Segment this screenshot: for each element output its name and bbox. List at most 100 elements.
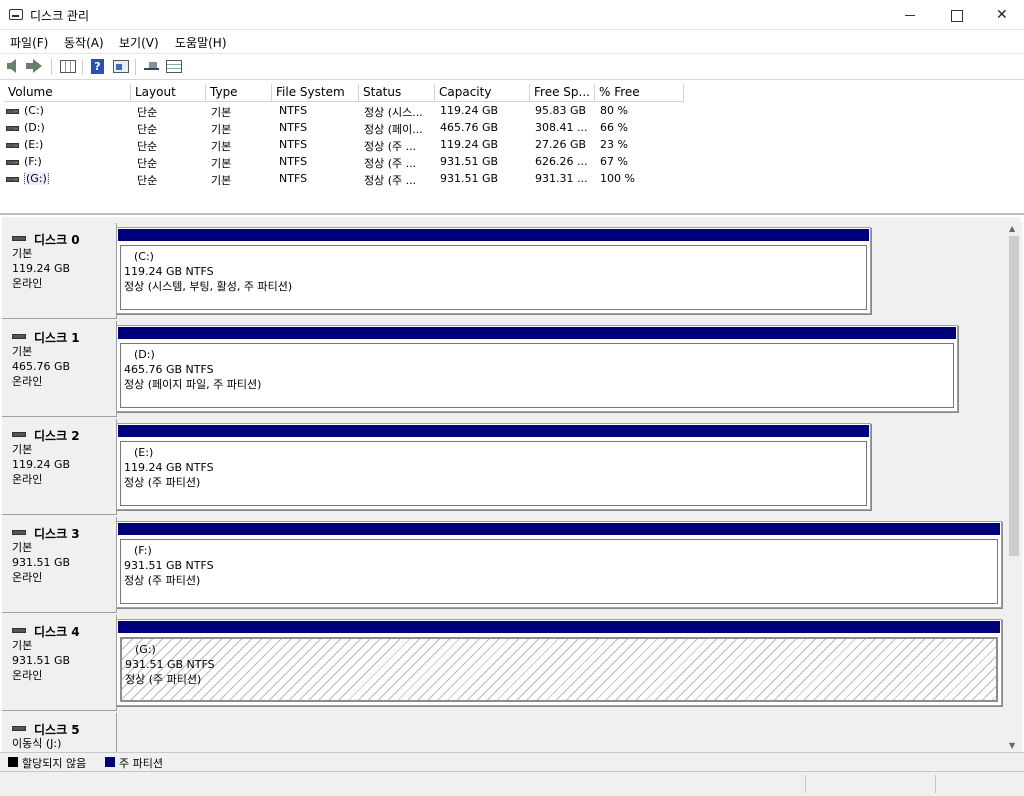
menu-bar: 파일(F) 동작(A) 보기(V) 도움말(H) bbox=[0, 30, 1024, 53]
volume-free: 308.41 ... bbox=[535, 121, 588, 134]
volume-pct-free: 23 % bbox=[600, 138, 628, 151]
legend-primary: 주 파티션 bbox=[119, 757, 163, 770]
partition-block-selected[interactable]: (G:) 931.51 GB NTFS 정상 (주 파티션) bbox=[116, 619, 1002, 706]
disk-size: 465.76 GB bbox=[12, 360, 71, 373]
volume-name: (D:) bbox=[24, 121, 45, 134]
disk-management-app-icon bbox=[9, 9, 23, 20]
column-volume[interactable]: Volume bbox=[4, 84, 131, 102]
close-button[interactable]: ✕ bbox=[979, 0, 1024, 30]
volume-row[interactable]: (D:) 단순 기본 NTFS 정상 (페이... 465.76 GB 308.… bbox=[4, 120, 704, 137]
disk-icon bbox=[12, 530, 26, 535]
partition-size: 119.24 GB NTFS bbox=[124, 265, 214, 278]
volume-row[interactable]: (F:) 단순 기본 NTFS 정상 (주 ... 931.51 GB 626.… bbox=[4, 154, 704, 171]
maximize-button[interactable] bbox=[933, 0, 979, 30]
partition-block[interactable]: (E:) 119.24 GB NTFS 정상 (주 파티션) bbox=[116, 423, 871, 510]
menu-view[interactable]: 보기(V) bbox=[119, 34, 159, 51]
disk-label[interactable]: 디스크 3 기본 931.51 GB 온라인 bbox=[2, 517, 117, 613]
partition-size: 465.76 GB NTFS bbox=[124, 363, 214, 376]
legend-bar: 할당되지 않음 주 파티션 bbox=[0, 752, 1024, 772]
volume-type: 기본 bbox=[211, 106, 232, 119]
list-view-button[interactable] bbox=[165, 58, 183, 75]
partition-body: (C:) 119.24 GB NTFS 정상 (시스템, 부팅, 활성, 주 파… bbox=[120, 245, 867, 310]
partition-status: 정상 (주 파티션) bbox=[125, 673, 202, 686]
back-button[interactable] bbox=[5, 58, 23, 75]
volume-row[interactable]: (G:) 단순 기본 NTFS 정상 (주 ... 931.51 GB 931.… bbox=[4, 171, 704, 188]
volume-row[interactable]: (E:) 단순 기본 NTFS 정상 (주 ... 119.24 GB 27.2… bbox=[4, 137, 704, 154]
status-separator bbox=[935, 775, 936, 793]
scroll-thumb[interactable] bbox=[1009, 236, 1019, 556]
menu-file[interactable]: 파일(F) bbox=[10, 34, 48, 51]
disk-row: 디스크 1 기본 465.76 GB 온라인 (D:) 465.76 GB NT… bbox=[2, 321, 1004, 418]
disk-name: 디스크 5 bbox=[34, 723, 80, 737]
connect-icon bbox=[144, 62, 159, 70]
volume-capacity: 465.76 GB bbox=[440, 121, 499, 134]
title-bar: 디스크 관리 ✕ bbox=[0, 0, 1024, 30]
disk-state: 온라인 bbox=[12, 375, 43, 388]
console-tree-button[interactable] bbox=[59, 58, 77, 75]
column-status[interactable]: Status bbox=[359, 84, 435, 102]
minimize-button[interactable] bbox=[887, 0, 933, 30]
volume-row[interactable]: (C:) 단순 기본 NTFS 정상 (시스... 119.24 GB 95.8… bbox=[4, 103, 704, 120]
properties-icon bbox=[113, 60, 129, 73]
column-percent-free[interactable]: % Free bbox=[595, 84, 684, 102]
column-file-system[interactable]: File System bbox=[272, 84, 359, 102]
partition-name: (D:) bbox=[134, 348, 155, 361]
volume-free: 931.31 ... bbox=[535, 172, 588, 185]
disk-label[interactable]: 디스크 0 기본 119.24 GB 온라인 bbox=[2, 223, 117, 319]
disk-type: 기본 bbox=[12, 639, 33, 652]
volume-list: Volume Layout Type File System Status Ca… bbox=[0, 82, 1024, 215]
menu-action[interactable]: 동작(A) bbox=[64, 34, 104, 51]
volume-layout: 단순 bbox=[137, 140, 158, 153]
volume-icon bbox=[6, 126, 19, 131]
help-button[interactable]: ? bbox=[89, 58, 107, 75]
toolbar: ? bbox=[0, 53, 1024, 80]
vertical-scrollbar[interactable]: ▲ ▼ bbox=[1006, 222, 1022, 752]
disk-icon bbox=[12, 628, 26, 633]
disk-graphical-view: 디스크 0 기본 119.24 GB 온라인 (C:) 119.24 GB NT… bbox=[2, 217, 1020, 752]
legend-unallocated: 할당되지 않음 bbox=[22, 757, 87, 770]
partition-block[interactable]: (C:) 119.24 GB NTFS 정상 (시스템, 부팅, 활성, 주 파… bbox=[116, 227, 871, 314]
partition-status: 정상 (페이지 파일, 주 파티션) bbox=[124, 378, 262, 391]
disk-label[interactable]: 디스크 2 기본 119.24 GB 온라인 bbox=[2, 419, 117, 515]
volume-name-focus: (G:) bbox=[24, 172, 49, 185]
disk-row: 디스크 5 이동식 (J:) bbox=[2, 713, 1004, 752]
disk-label[interactable]: 디스크 1 기본 465.76 GB 온라인 bbox=[2, 321, 117, 417]
disk-name: 디스크 0 bbox=[34, 233, 80, 247]
volume-icon bbox=[6, 160, 19, 165]
column-capacity[interactable]: Capacity bbox=[435, 84, 530, 102]
connect-button[interactable] bbox=[143, 58, 161, 75]
disk-row: 디스크 4 기본 931.51 GB 온라인 (G:) 931.51 GB NT… bbox=[2, 615, 1004, 712]
volume-status: 정상 (페이... bbox=[364, 123, 423, 136]
scroll-down-icon[interactable]: ▼ bbox=[1009, 741, 1015, 750]
volume-type: 기본 bbox=[211, 140, 232, 153]
disk-icon bbox=[12, 432, 26, 437]
disk-label[interactable]: 디스크 5 이동식 (J:) bbox=[2, 713, 117, 752]
partition-status: 정상 (주 파티션) bbox=[124, 476, 201, 489]
volume-pct-free: 66 % bbox=[600, 121, 628, 134]
properties-button[interactable] bbox=[112, 58, 130, 75]
column-type[interactable]: Type bbox=[206, 84, 272, 102]
forward-icon bbox=[26, 59, 42, 73]
disk-type: 기본 bbox=[12, 443, 33, 456]
volume-type: 기본 bbox=[211, 157, 232, 170]
column-free-space[interactable]: Free Sp... bbox=[530, 84, 595, 102]
partition-block[interactable]: (D:) 465.76 GB NTFS 정상 (페이지 파일, 주 파티션) bbox=[116, 325, 958, 412]
volume-pct-free: 80 % bbox=[600, 104, 628, 117]
column-layout[interactable]: Layout bbox=[131, 84, 206, 102]
volume-layout: 단순 bbox=[137, 174, 158, 187]
volume-fs: NTFS bbox=[279, 172, 308, 185]
partition-body: (F:) 931.51 GB NTFS 정상 (주 파티션) bbox=[120, 539, 998, 604]
partition-block[interactable]: (F:) 931.51 GB NTFS 정상 (주 파티션) bbox=[116, 521, 1002, 608]
disk-type: 기본 bbox=[12, 345, 33, 358]
forward-button[interactable] bbox=[26, 58, 45, 75]
scroll-up-icon[interactable]: ▲ bbox=[1009, 224, 1015, 233]
volume-free: 27.26 GB bbox=[535, 138, 587, 151]
help-icon: ? bbox=[91, 59, 104, 74]
disk-label[interactable]: 디스크 4 기본 931.51 GB 온라인 bbox=[2, 615, 117, 711]
volume-icon bbox=[6, 109, 19, 114]
disk-name: 디스크 3 bbox=[34, 527, 80, 541]
list-view-icon bbox=[166, 60, 182, 73]
menu-help[interactable]: 도움말(H) bbox=[175, 34, 227, 51]
volume-capacity: 931.51 GB bbox=[440, 155, 499, 168]
console-tree-icon bbox=[60, 60, 76, 73]
